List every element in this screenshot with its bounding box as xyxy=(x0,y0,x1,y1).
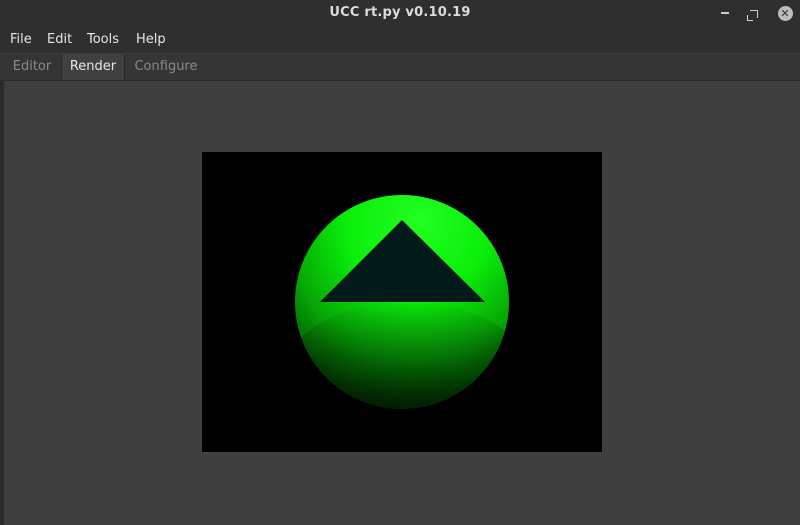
menu-tools[interactable]: Tools xyxy=(87,32,119,47)
tab-bar: Editor Render Configure xyxy=(0,54,800,81)
render-image xyxy=(202,152,602,452)
maximize-button[interactable] xyxy=(746,4,764,22)
window-title: UCC rt.py v0.10.19 xyxy=(329,5,471,20)
app-window: UCC rt.py v0.10.19 ✕ File Edit Tools Hel… xyxy=(0,0,800,525)
tab-render[interactable]: Render xyxy=(61,54,125,80)
title-bar[interactable]: UCC rt.py v0.10.19 ✕ xyxy=(0,0,800,27)
close-button[interactable]: ✕ xyxy=(776,4,794,22)
render-canvas xyxy=(202,152,602,452)
close-icon: ✕ xyxy=(777,5,793,21)
menu-edit[interactable]: Edit xyxy=(47,32,72,47)
minimize-button[interactable] xyxy=(716,4,734,22)
tab-editor[interactable]: Editor xyxy=(3,54,61,80)
minimize-icon xyxy=(721,12,729,14)
menu-bar: File Edit Tools Help xyxy=(0,27,800,53)
maximize-icon xyxy=(747,10,758,21)
menu-help[interactable]: Help xyxy=(136,32,166,47)
tab-configure[interactable]: Configure xyxy=(125,54,207,80)
menu-file[interactable]: File xyxy=(10,32,32,47)
